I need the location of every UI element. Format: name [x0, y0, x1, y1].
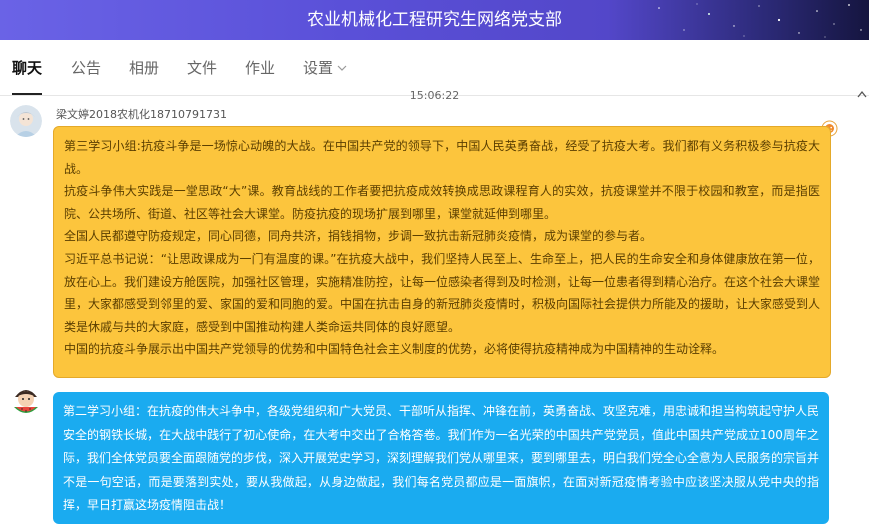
title-bar: 农业机械化工程研究生网络党支部 — [0, 0, 869, 40]
tab-chat[interactable]: 聊天 — [12, 40, 43, 95]
tab-settings[interactable]: 设置 — [303, 40, 347, 95]
sender-name: 梁文婷2018农机化18710791731 — [56, 108, 227, 121]
message-paragraph: 全国人民都遵守防疫规定，同心同德，同舟共济，捐钱捐物，步调一致抗击新冠肺炎疫情，… — [64, 229, 653, 244]
chevron-down-icon — [337, 65, 347, 71]
message-paragraph: 第三学习小组:抗疫斗争是一场惊心动魄的大战。在中国共产党的领导下，中国人民英勇奋… — [64, 139, 820, 176]
message-bubble[interactable]: 第三学习小组:抗疫斗争是一场惊心动魄的大战。在中国共产党的领导下，中国人民英勇奋… — [53, 126, 831, 378]
sender-avatar[interactable] — [10, 383, 42, 415]
scroll-up-icon[interactable] — [857, 90, 867, 98]
tab-homework[interactable]: 作业 — [245, 40, 275, 95]
message-paragraph: 抗疫斗争伟大实践是一堂思政“大”课。教育战线的工作者要把抗疫成效转换成思政课程育… — [64, 184, 820, 221]
message-bubble[interactable]: 第二学习小组：在抗疫的伟大斗争中，各级党组织和广大党员、干部听从指挥、冲锋在前，… — [53, 392, 829, 524]
tab-files[interactable]: 文件 — [187, 40, 217, 95]
message-paragraph: 习近平总书记说：“让思政课成为一门有温度的课。”在抗疫大战中，我们坚持人民至上、… — [64, 251, 821, 334]
sender-avatar[interactable] — [10, 105, 42, 137]
tab-bar: 聊天 公告 相册 文件 作业 设置 — [0, 40, 869, 96]
tab-album[interactable]: 相册 — [129, 40, 159, 95]
message-paragraph: 中国的抗疫斗争展示出中国共产党领导的优势和中国特色社会主义制度的优势，必将使得抗… — [64, 342, 725, 357]
tab-announcements[interactable]: 公告 — [71, 40, 101, 95]
tab-settings-label: 设置 — [303, 59, 334, 77]
cartoon-avatar-icon — [10, 105, 42, 137]
message-timestamp: 15:06:22 — [409, 89, 460, 102]
watermelon-boy-icon — [10, 383, 42, 415]
window-title: 农业机械化工程研究生网络党支部 — [307, 10, 562, 30]
message-paragraph: 第二学习小组：在抗疫的伟大斗争中，各级党组织和广大党员、干部听从指挥、冲锋在前，… — [63, 404, 820, 512]
